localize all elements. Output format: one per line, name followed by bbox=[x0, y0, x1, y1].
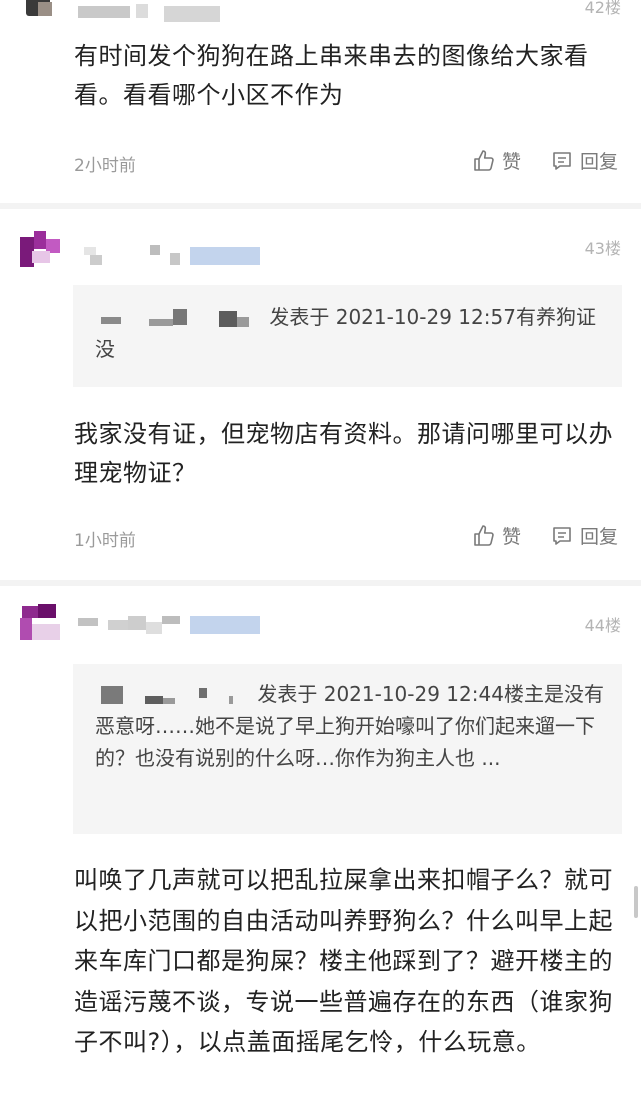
like-label: 赞 bbox=[502, 526, 522, 548]
post-time: 1小时前 bbox=[74, 531, 136, 551]
floor-number: 44楼 bbox=[584, 616, 621, 635]
quoted-reply[interactable]: 发表于 2021-10-29 12:44楼主是没有恶意呀……她不是说了早上狗开始… bbox=[73, 664, 622, 834]
avatar[interactable] bbox=[18, 231, 62, 271]
comment-icon bbox=[553, 526, 571, 545]
user-badge bbox=[190, 616, 260, 634]
comment-icon bbox=[553, 151, 571, 170]
comment-44: 44楼 发表于 2021-10-29 12:44楼主是没有恶意呀……她不是说了早… bbox=[0, 586, 641, 1098]
reply-label: 回复 bbox=[580, 151, 619, 173]
reply-button[interactable]: 回复 bbox=[550, 522, 618, 549]
post-time: 2小时前 bbox=[74, 156, 136, 176]
quoted-username-blurred bbox=[95, 308, 263, 329]
comment-body: 我家没有证，但宠物店有资料。那请问哪里可以办理宠物证？ bbox=[74, 420, 613, 487]
quoted-username-blurred bbox=[95, 685, 251, 706]
comment-43: 43楼 发表于 2021-10-29 12:57有养狗证没 我家没有证，但宠物店… bbox=[0, 209, 641, 580]
comment-body: 有时间发个狗狗在路上串来串去的图像给大家看看。看看哪个小区不作为 bbox=[74, 42, 589, 109]
floor-number: 42楼 bbox=[584, 0, 621, 17]
like-button[interactable]: 赞 bbox=[472, 147, 521, 174]
comment-42: 42楼 有时间发个狗狗在路上串来串去的图像给大家看看。看看哪个小区不作为 2小时… bbox=[0, 0, 641, 203]
quoted-reply[interactable]: 发表于 2021-10-29 12:57有养狗证没 bbox=[73, 285, 622, 387]
like-button[interactable]: 赞 bbox=[472, 522, 521, 549]
scrollbar[interactable] bbox=[634, 886, 638, 918]
comment-body: 叫唤了几声就可以把乱拉屎拿出来扣帽子么？就可以把小范围的自由活动叫养野狗么？什么… bbox=[74, 866, 613, 1056]
avatar[interactable] bbox=[18, 0, 62, 24]
user-badge bbox=[190, 247, 260, 265]
like-label: 赞 bbox=[502, 151, 522, 173]
quote-prefix: 发表于 2021-10-29 12:44 bbox=[257, 682, 504, 706]
thumbs-up-icon bbox=[474, 524, 494, 546]
floor-number: 43楼 bbox=[584, 239, 621, 258]
reply-label: 回复 bbox=[580, 526, 619, 548]
username-blurred[interactable] bbox=[78, 4, 238, 26]
quote-prefix: 发表于 2021-10-29 12:57 bbox=[269, 305, 516, 329]
reply-button[interactable]: 回复 bbox=[550, 147, 618, 174]
thumbs-up-icon bbox=[474, 149, 494, 171]
avatar[interactable] bbox=[18, 604, 62, 644]
